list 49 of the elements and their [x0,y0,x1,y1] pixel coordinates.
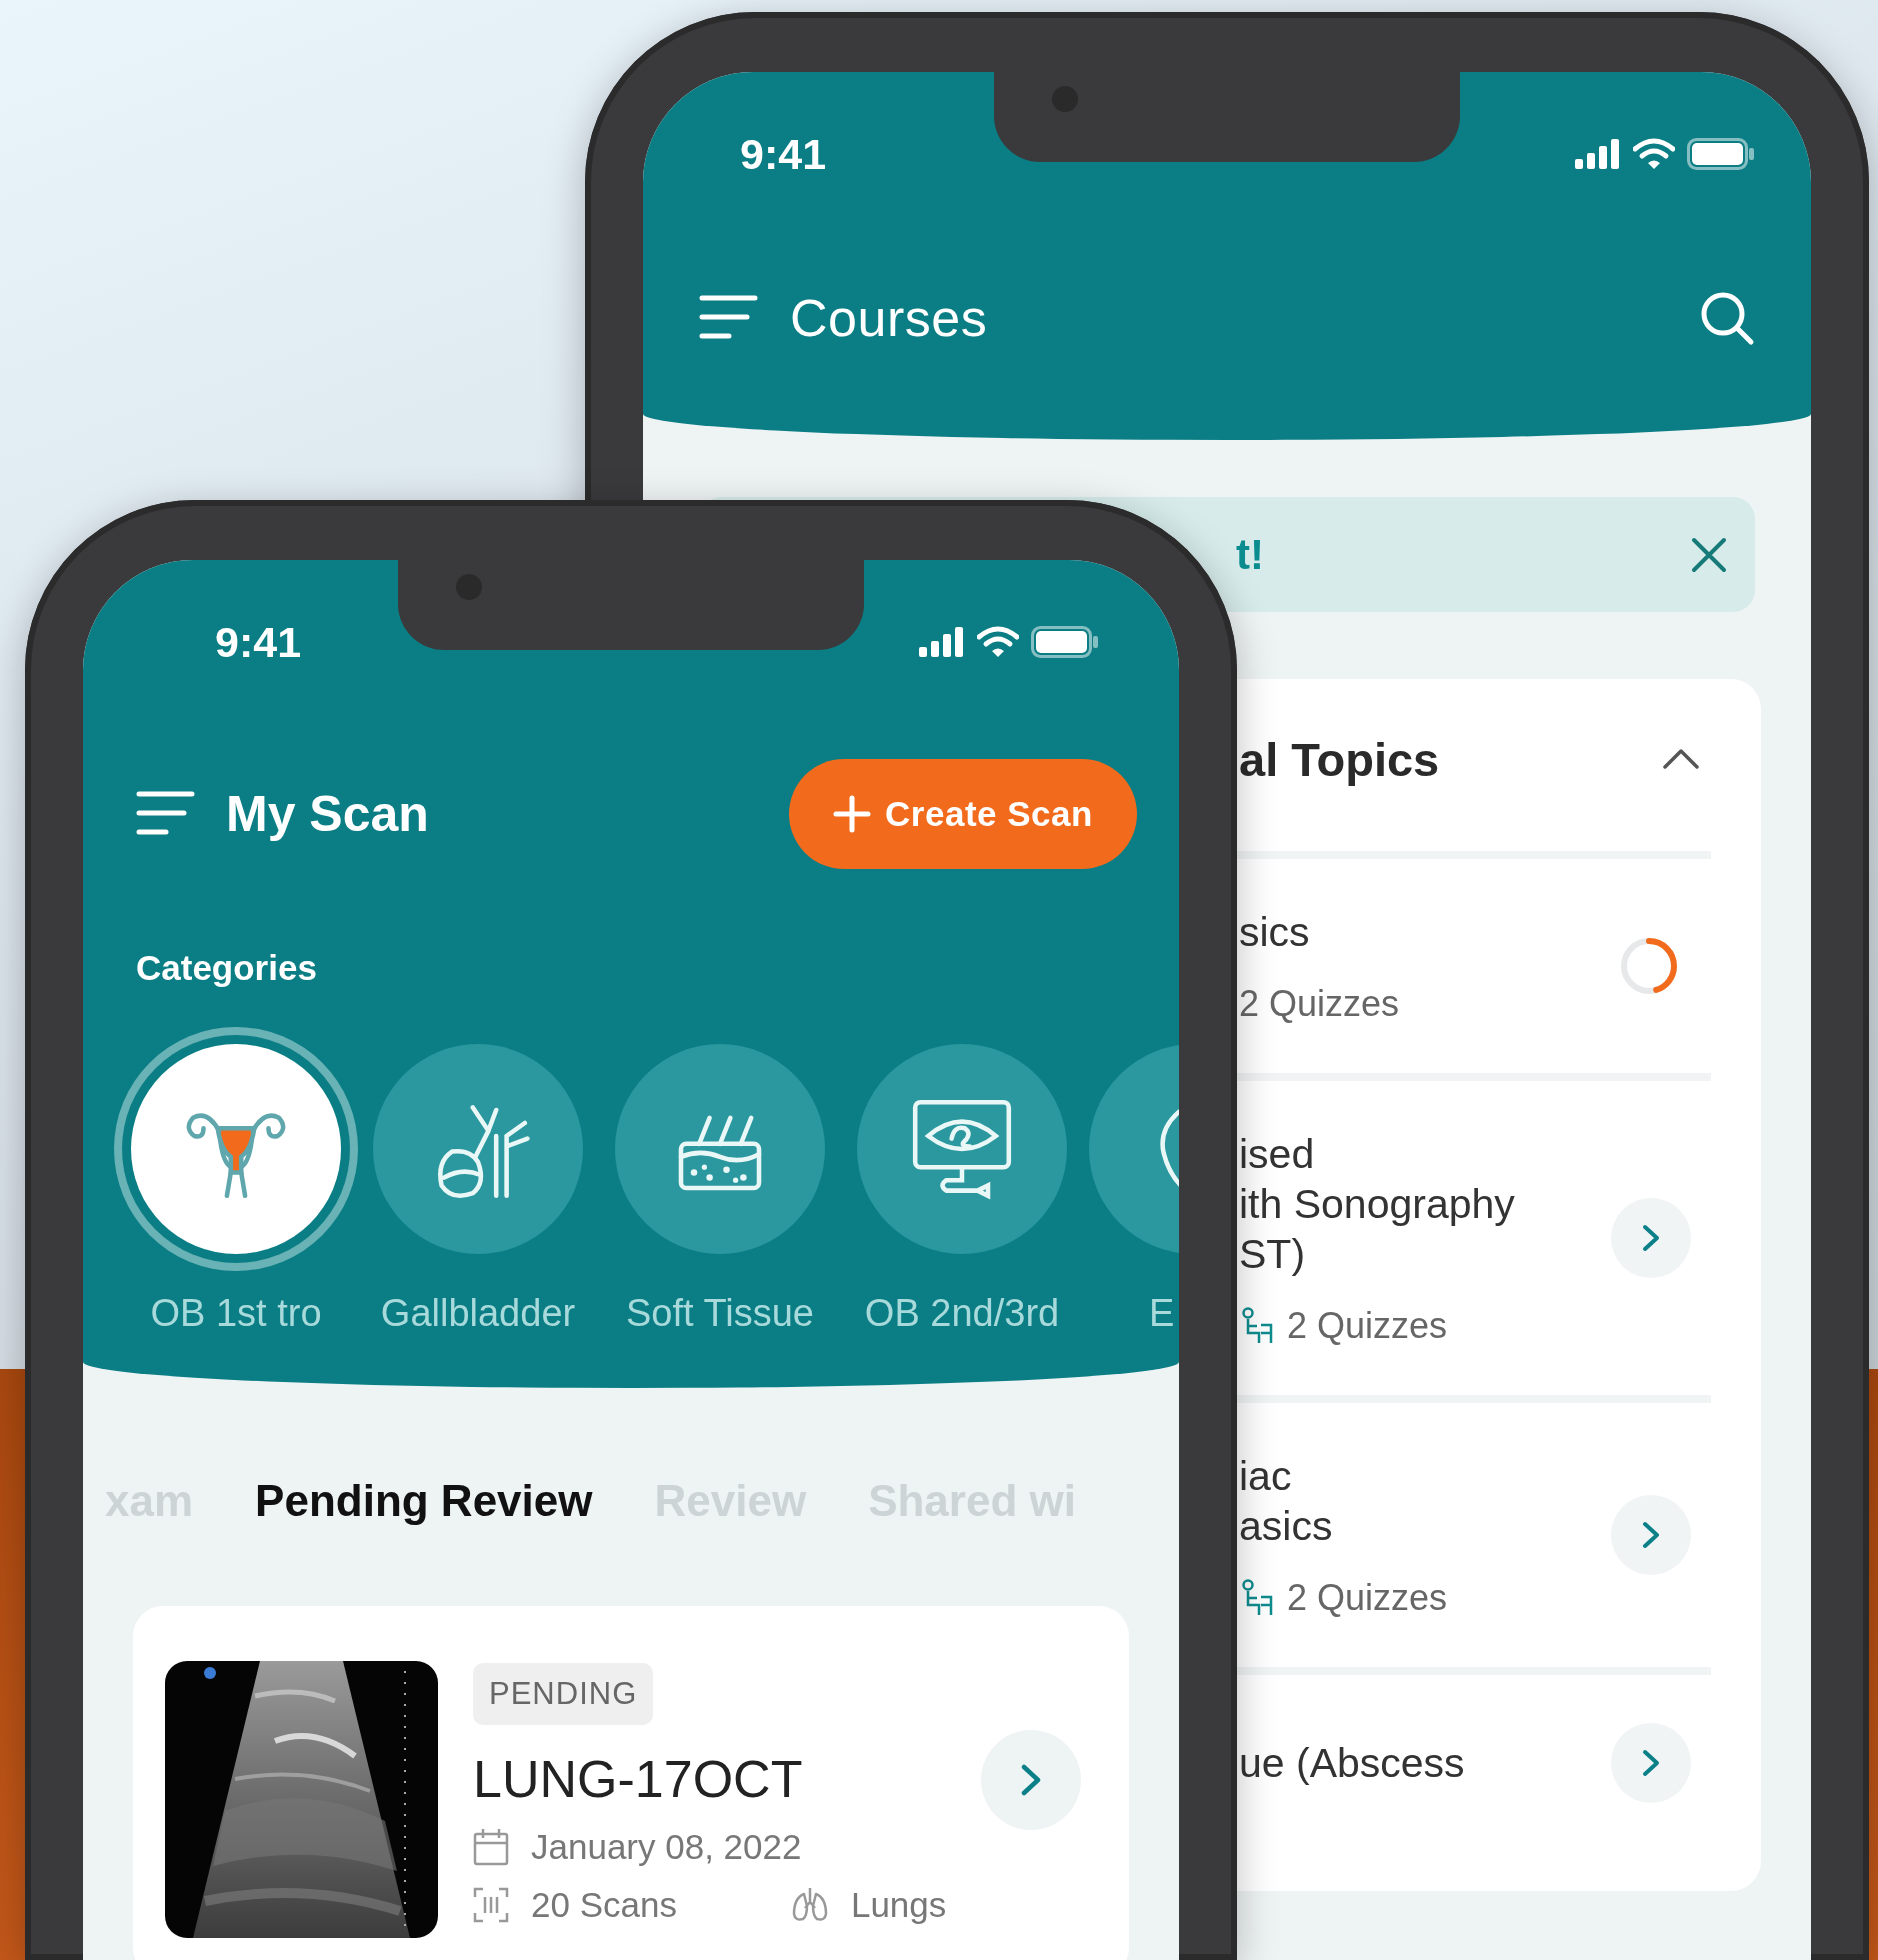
section-title: al Topics [1239,731,1440,787]
topic-title: sics [1239,908,1311,957]
battery-icon [1031,626,1099,658]
banner-text: t! [1236,530,1264,579]
create-scan-button[interactable]: Create Scan [789,759,1137,869]
signal-icon [919,627,965,657]
scan-date: January 08, 2022 [531,1827,802,1867]
category-label: Gallbladder [380,1292,576,1335]
topic-title: asics [1239,1502,1334,1551]
plus-icon [833,795,872,833]
status-badge: PENDING [473,1663,654,1725]
quiz-count: 2 Quizzes [1287,1305,1448,1347]
signal-icon [1575,139,1621,169]
screen-title: Courses [790,288,988,348]
topic-title: iac [1239,1452,1293,1501]
category-label: E [1148,1292,1175,1335]
topic-title: ised [1239,1130,1316,1179]
scan-title: LUNG-17OCT [473,1749,804,1809]
chevron-right-icon [1641,1520,1661,1550]
topic-title: ith Sonography [1239,1180,1516,1229]
topic-title: ue (Abscess [1239,1739,1466,1788]
quiz-count: 2 Quizzes [1239,983,1400,1025]
status-time: 9:41 [740,129,827,179]
search-icon[interactable] [1699,290,1755,346]
battery-icon [1687,138,1755,170]
chevron-right-icon [1020,1762,1043,1797]
category-label: OB 1st tro [150,1292,322,1335]
chevron-right-icon [1641,1748,1661,1778]
lungs-icon [790,1886,829,1924]
chevron-right-icon [1641,1223,1661,1253]
status-time: 9:41 [215,617,302,667]
screen-title: My Scan [226,785,429,843]
category-label: Soft Tissue [626,1292,814,1335]
section-title: Categories [136,948,318,988]
menu-icon[interactable] [136,790,196,838]
calendar-icon [473,1828,509,1866]
topic-title: ST) [1239,1230,1307,1279]
tab[interactable]: Pending Review [255,1476,593,1526]
curve-icon [1159,1109,1179,1189]
menu-icon[interactable] [699,294,759,342]
organ-label: Lungs [850,1885,947,1925]
category-label: OB 2nd/3rd [864,1292,1060,1335]
wifi-icon [1633,138,1675,170]
close-icon[interactable] [1691,536,1727,573]
scan-count: 20 Scans [531,1885,677,1925]
wifi-icon [977,626,1019,658]
scan-card[interactable]: PENDING LUNG-17OCT January 08, 2022 20 Scans Lungs [133,1606,1129,1960]
scan-frame-icon [473,1887,509,1923]
quiz-count: 2 Quizzes [1287,1577,1448,1619]
